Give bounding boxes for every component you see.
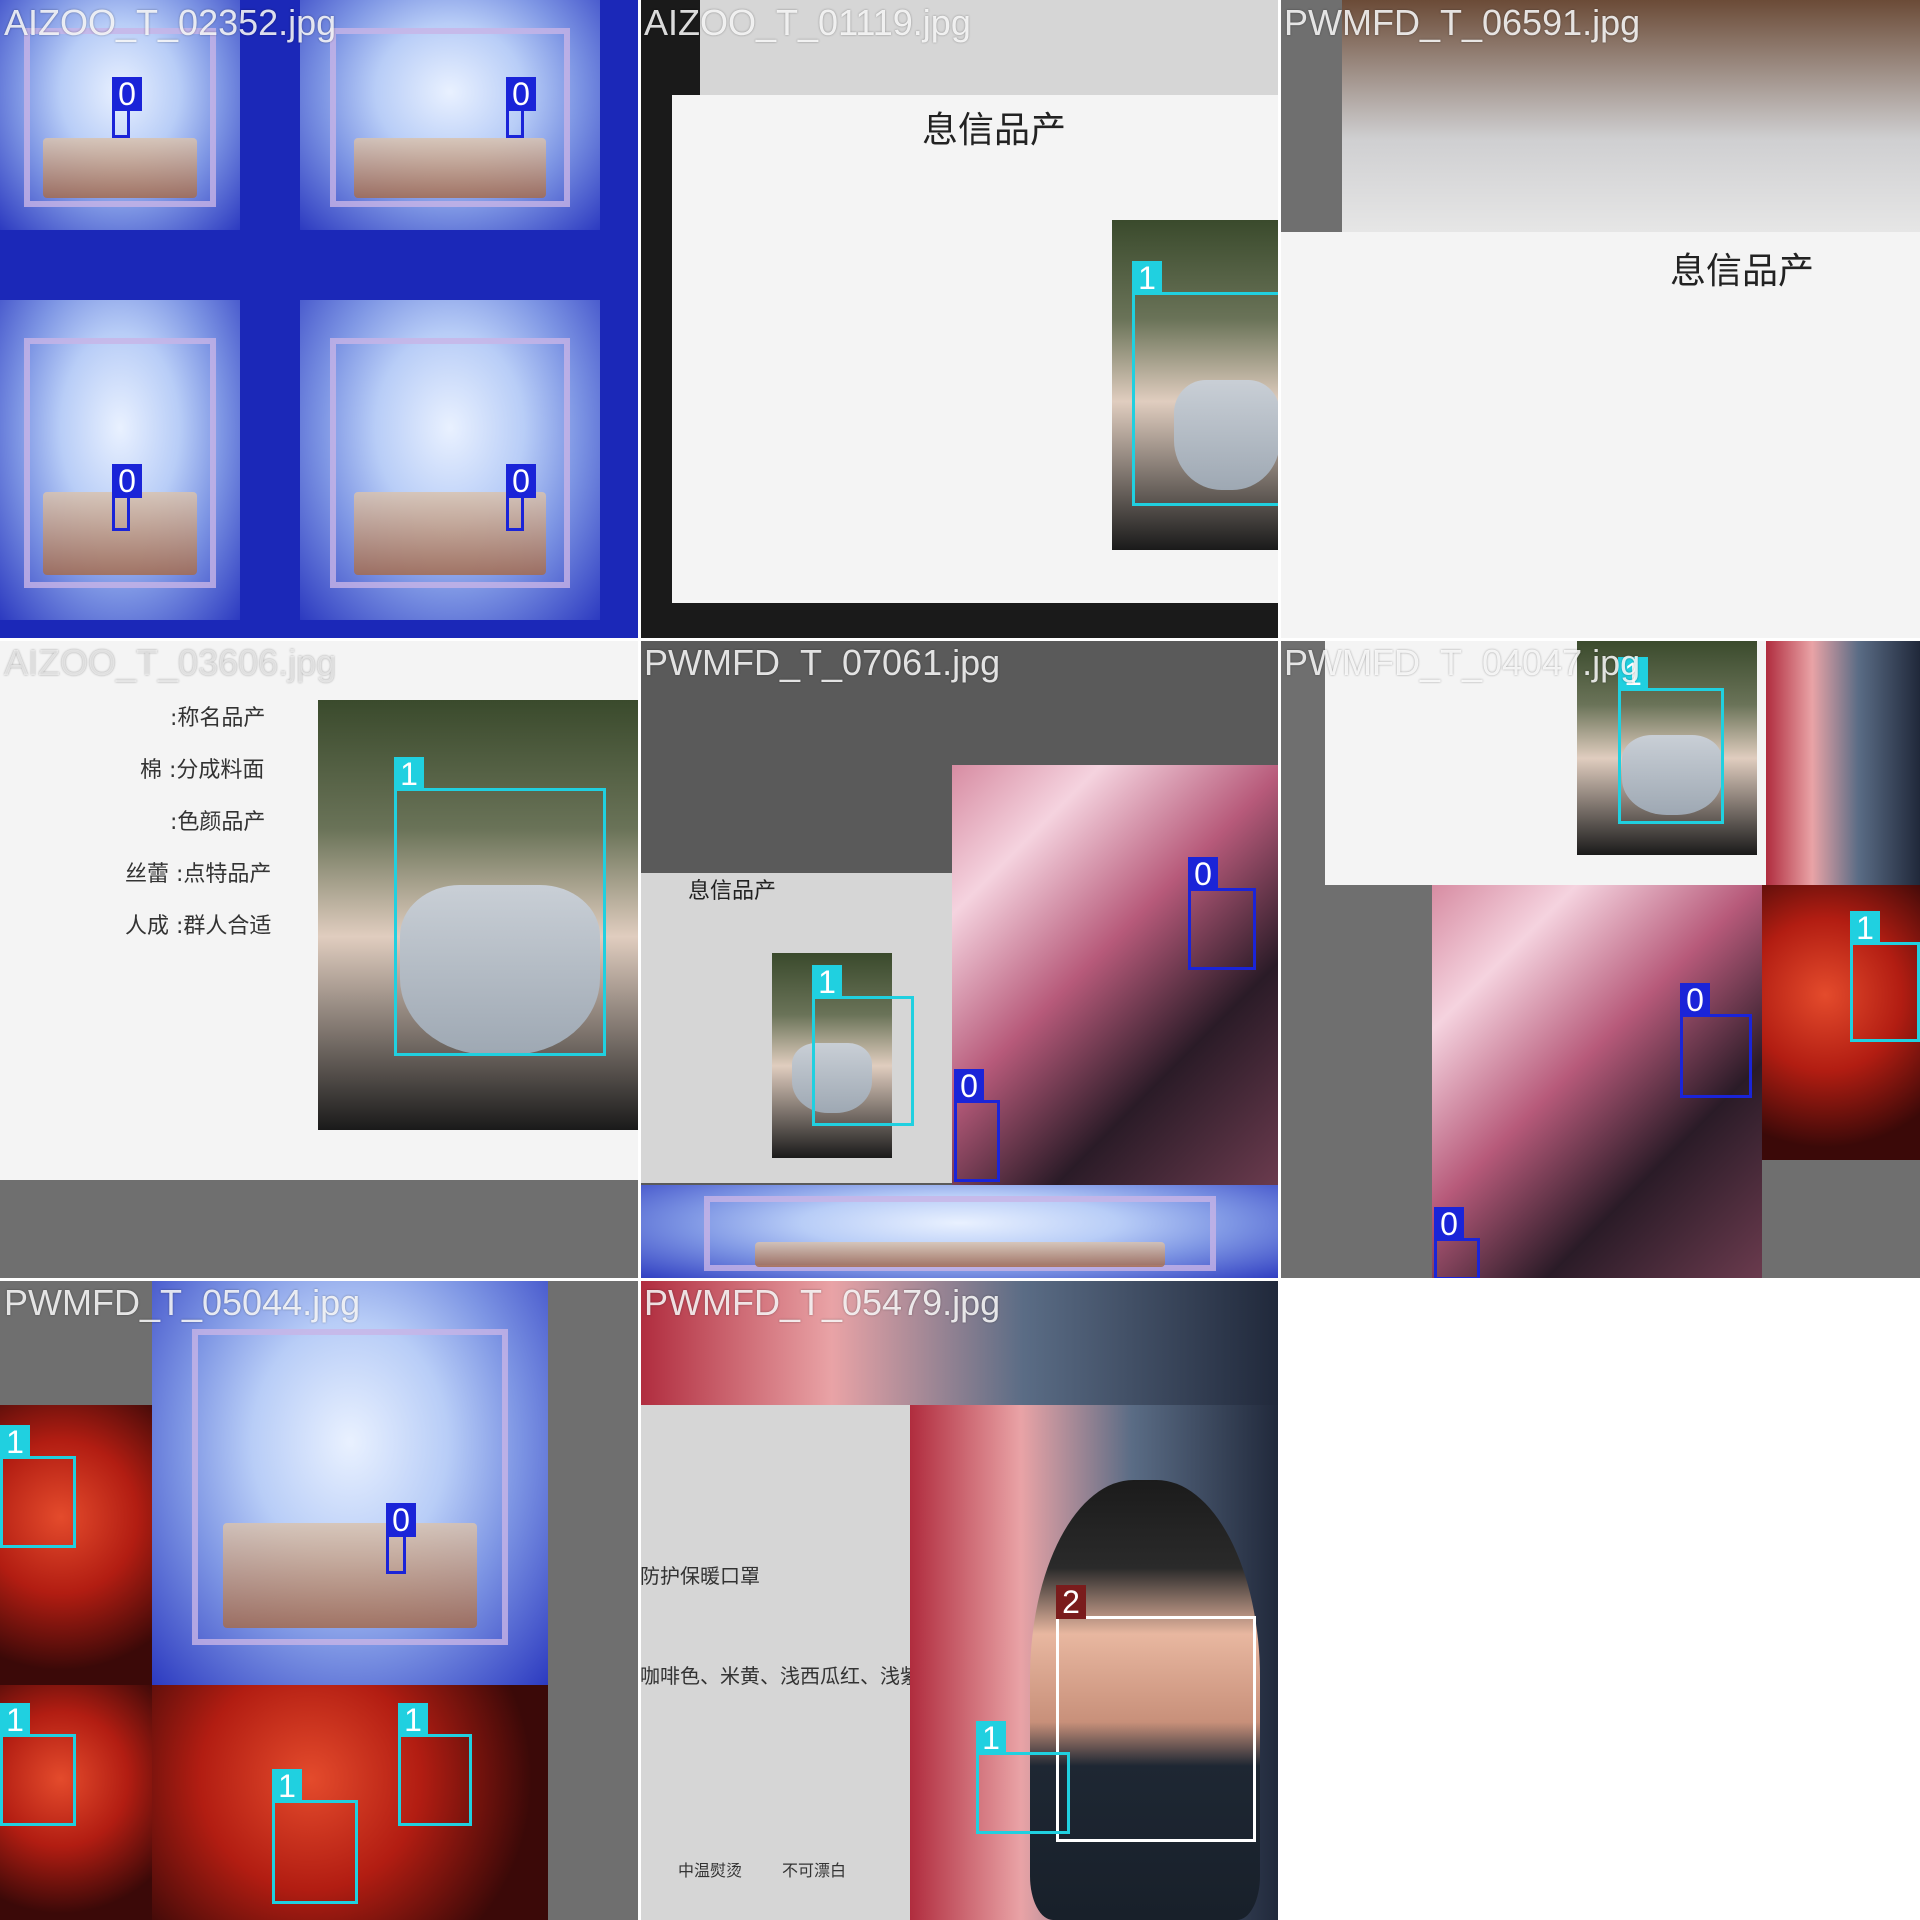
detection-box-class-1: 1	[812, 965, 914, 1126]
document-row: :称名品产	[170, 706, 266, 731]
document-title: 息信品产	[688, 879, 777, 904]
image-filename: PWMFD_T_06591.jpg	[1284, 2, 1641, 43]
detection-label: 1	[1850, 911, 1880, 945]
image-tile: PWMFD_T_05044.jpg 1 0 1 1 1	[0, 1280, 640, 1920]
detection-label: 1	[812, 965, 842, 999]
image-filename: PWMFD_T_04047.jpg	[1284, 642, 1641, 683]
detection-box-class-1: 1	[394, 757, 606, 1056]
image-fragment	[0, 300, 240, 620]
image-filename: AIZOO_T_02352.jpg	[4, 2, 337, 43]
detection-label: 1	[272, 1769, 302, 1803]
empty-tile	[1280, 1280, 1920, 1920]
detection-box-class-0: 0	[954, 1069, 1000, 1182]
image-fragment: 息信品产	[1280, 232, 1920, 640]
grid-divider	[638, 0, 641, 1920]
detection-label: 0	[1188, 857, 1218, 891]
image-tile: :称名品产 棉 :分成料面 :色颜品产 丝蕾 :点特品产 人成 :群人合适 AI…	[0, 640, 640, 1280]
image-fragment	[152, 1280, 548, 1685]
detection-label: 1	[0, 1425, 30, 1459]
detection-box-class-0: 0	[112, 77, 142, 138]
detection-box-class-1: 1	[1132, 261, 1280, 506]
detection-label: 0	[506, 77, 536, 111]
image-tile: PWMFD_T_04047.jpg 1 1 0 0	[1280, 640, 1920, 1280]
document-title: 息信品产	[922, 110, 1067, 151]
grid-divider	[0, 1278, 1920, 1281]
detection-label: 2	[1056, 1585, 1086, 1619]
detection-box-class-1: 1	[398, 1703, 472, 1826]
image-tile: AIZOO_T_02352.jpg 0 0 0 0	[0, 0, 640, 640]
detection-box-class-1: 1	[0, 1703, 76, 1826]
detection-box-class-0: 0	[506, 77, 536, 138]
detection-box-class-1: 1	[976, 1721, 1070, 1834]
detection-box-class-1: 1	[272, 1769, 358, 1904]
detection-box-class-0: 0	[112, 464, 142, 531]
detection-box-class-0: 0	[1188, 857, 1256, 970]
image-tile: 防护保暖口罩 咖啡色、米黄、浅西瓜红、浅紫 中温熨烫 不可漂白 PWMFD_T_…	[640, 1280, 1280, 1920]
detection-label: 1	[1132, 261, 1162, 295]
detection-label: 0	[112, 77, 142, 111]
detection-box-class-0: 0	[1680, 983, 1752, 1098]
detection-box-class-1: 1	[0, 1425, 76, 1548]
detection-label: 1	[398, 1703, 428, 1737]
document-row: :色颜品产	[170, 810, 266, 835]
image-fragment	[640, 1185, 1280, 1280]
detection-box-class-1: 1	[1850, 911, 1920, 1042]
image-fragment	[1766, 640, 1920, 885]
document-row: 人成 :群人合适	[125, 914, 272, 939]
grid-divider	[0, 638, 1920, 641]
document-row: 丝蕾 :点特品产	[125, 862, 272, 887]
document-row: 棉 :分成料面	[140, 758, 265, 783]
detection-box-class-1: 1	[1618, 657, 1724, 824]
image-tile: 息信品产 AIZOO_T_01119.jpg 1	[640, 0, 1280, 640]
detection-box-class-2: 2	[1056, 1585, 1256, 1842]
detection-label: 1	[0, 1703, 30, 1737]
document-title: 息信品产	[1670, 251, 1815, 292]
image-fragment	[952, 765, 1280, 1185]
image-filename: AIZOO_T_01119.jpg	[644, 2, 971, 43]
detection-label: 0	[506, 464, 536, 498]
detection-label: 0	[386, 1503, 416, 1537]
image-filename: PWMFD_T_05479.jpg	[644, 1282, 1001, 1323]
document-row: 防护保暖口罩	[640, 1564, 760, 1588]
detection-label: 0	[954, 1069, 984, 1103]
detection-box-class-0: 0	[1434, 1207, 1480, 1280]
detection-box-class-0: 0	[386, 1503, 416, 1574]
detection-label: 1	[394, 757, 424, 791]
image-fragment	[300, 0, 600, 230]
image-filename: AIZOO_T_03606.jpg	[4, 642, 337, 683]
image-filename: PWMFD_T_05044.jpg	[4, 1282, 361, 1323]
image-tile: 息信品产 PWMFD_T_07061.jpg 1 0 0	[640, 640, 1280, 1280]
detection-box-class-0: 0	[506, 464, 536, 531]
image-tile: 息信品产 PWMFD_T_06591.jpg	[1280, 0, 1920, 640]
image-fragment	[300, 300, 600, 620]
image-filename: PWMFD_T_07061.jpg	[644, 642, 1001, 683]
document-row: 不可漂白	[782, 1861, 847, 1880]
grid-divider	[1278, 0, 1281, 1920]
mosaic-grid: AIZOO_T_02352.jpg 0 0 0 0 息信品产 AIZOO_T_0…	[0, 0, 1920, 1920]
detection-label: 0	[1680, 983, 1710, 1017]
detection-label: 0	[1434, 1207, 1464, 1241]
document-row: 中温熨烫	[678, 1861, 743, 1880]
detection-label: 1	[976, 1721, 1006, 1755]
detection-label: 0	[112, 464, 142, 498]
document-row: 咖啡色、米黄、浅西瓜红、浅紫	[640, 1664, 910, 1688]
image-fragment: 防护保暖口罩 咖啡色、米黄、浅西瓜红、浅紫 中温熨烫 不可漂白	[640, 1405, 910, 1920]
